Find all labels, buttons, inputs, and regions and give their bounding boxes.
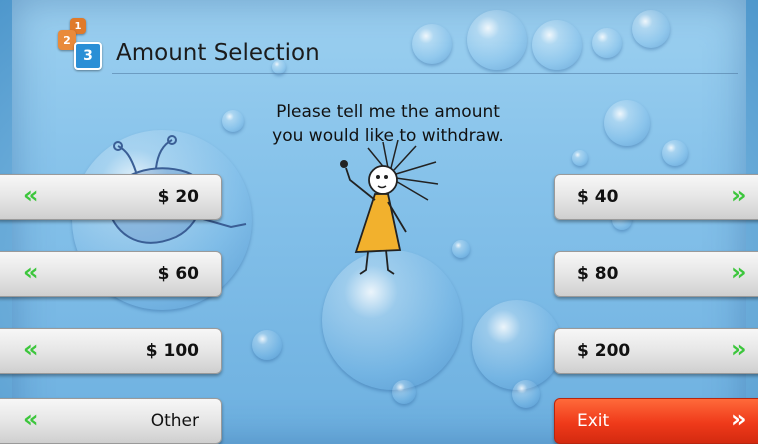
double-chevron-left-icon: « <box>23 335 38 363</box>
button-label: $ 80 <box>577 264 619 284</box>
button-label: Other <box>150 411 199 431</box>
bubble-decoration <box>252 330 282 360</box>
button-label: $ 200 <box>577 341 631 361</box>
bubble-decoration <box>572 150 588 166</box>
atm-screen: 1 2 3 Amount Selection Please tell me th… <box>0 0 758 444</box>
bubble-decoration <box>467 10 527 70</box>
double-chevron-right-icon: » <box>731 335 746 363</box>
bubble-decoration <box>662 140 688 166</box>
double-chevron-left-icon: « <box>23 258 38 286</box>
double-chevron-right-icon: » <box>731 181 746 209</box>
step-logo-icon: 1 2 3 <box>52 18 104 70</box>
prompt-line-1: Please tell me the amount <box>276 102 500 122</box>
page-title: Amount Selection <box>116 40 320 66</box>
bubble-decoration <box>592 28 622 58</box>
stick-figure-illustration <box>340 140 439 275</box>
button-label: Exit <box>577 411 610 431</box>
logo-tile-3: 3 <box>74 42 102 70</box>
bubble-decoration <box>472 300 562 390</box>
bubble-decoration <box>392 380 416 404</box>
amount-60-button[interactable]: « $ 60 <box>0 251 222 297</box>
bubble-decoration <box>452 240 470 258</box>
amount-80-button[interactable]: $ 80 » <box>554 251 758 297</box>
double-chevron-left-icon: « <box>23 405 38 433</box>
title-divider <box>112 73 738 74</box>
bubble-decoration <box>632 10 670 48</box>
button-label: $ 60 <box>157 264 199 284</box>
amount-20-button[interactable]: « $ 20 <box>0 174 222 220</box>
double-chevron-left-icon: « <box>23 181 38 209</box>
prompt-line-2: you would like to withdraw. <box>272 126 504 146</box>
bubble-decoration <box>604 100 650 146</box>
double-chevron-right-icon: » <box>731 405 746 433</box>
other-amount-button[interactable]: « Other <box>0 398 222 444</box>
amount-100-button[interactable]: « $ 100 <box>0 328 222 374</box>
amount-200-button[interactable]: $ 200 » <box>554 328 758 374</box>
amount-40-button[interactable]: $ 40 » <box>554 174 758 220</box>
withdraw-prompt: Please tell me the amount you would like… <box>236 100 540 148</box>
bubble-decoration <box>532 20 582 70</box>
exit-button[interactable]: Exit » <box>554 398 758 444</box>
button-label: $ 100 <box>145 341 199 361</box>
bubble-decoration <box>412 24 452 64</box>
double-chevron-right-icon: » <box>731 258 746 286</box>
button-label: $ 20 <box>157 187 199 207</box>
bubble-decoration <box>512 380 540 408</box>
button-label: $ 40 <box>577 187 619 207</box>
